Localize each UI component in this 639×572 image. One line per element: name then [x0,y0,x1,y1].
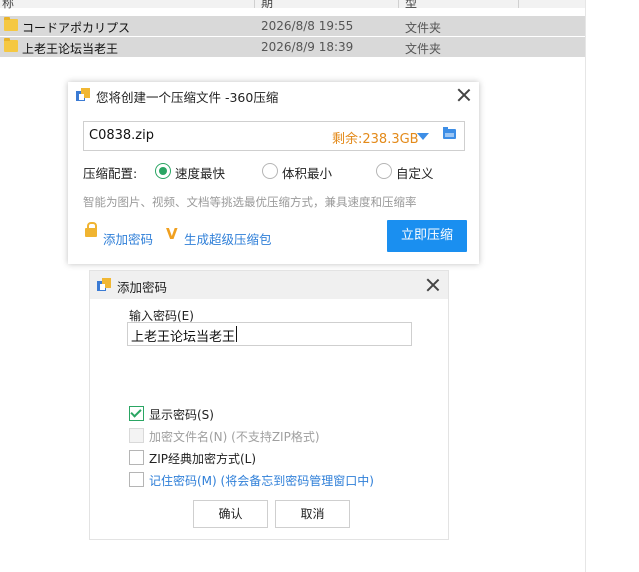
360-zip-app-icon [97,278,112,292]
password-input[interactable]: 上老王论坛当老王 [127,322,412,346]
column-divider[interactable] [398,0,399,8]
text-caret [236,326,237,342]
password-value[interactable]: 上老王论坛当老王 [131,326,235,345]
compress-now-button[interactable]: 立即压缩 [387,220,467,252]
column-header: 称 期 型 [0,0,585,11]
column-divider[interactable] [254,0,255,8]
compress-dialog: 您将创建一个压缩文件 -360压缩 C0838.zip 剩余:238.3GB 压… [68,82,479,264]
folder-icon [4,38,18,52]
show-password-checkbox[interactable] [129,406,144,421]
column-header-type[interactable]: 型 [405,0,417,11]
add-password-dialog: 添加密码 输入密码(E) 上老王论坛当老王 显示密码(S) 加密文件名(N) (… [89,270,449,540]
remember-password-checkbox[interactable] [129,472,144,487]
password-dialog-title: 添加密码 [117,280,168,295]
file-name: コードアポカリプス [22,21,131,35]
radio-custom-label[interactable]: 自定义 [396,163,434,182]
show-password-label[interactable]: 显示密码(S) [149,406,214,423]
chevron-down-icon[interactable] [417,133,429,140]
compression-config-label: 压缩配置: [83,166,138,181]
radio-smallest-label[interactable]: 体积最小 [282,163,332,182]
close-icon[interactable] [457,88,471,102]
compress-dialog-title: 您将创建一个压缩文件 -360压缩 [96,90,279,105]
file-date: 2026/8/9 18:39 [261,40,354,54]
compression-hint: 智能为图片、视频、文档等挑选最优压缩方式，兼具速度和压缩率 [83,195,417,209]
radio-smallest[interactable] [262,163,278,179]
file-type: 文件夹 [405,21,442,35]
radio-fastest[interactable] [155,163,171,179]
pane-divider [585,0,586,572]
radio-custom[interactable] [376,163,392,179]
zip-classic-encryption-label[interactable]: ZIP经典加密方式(L) [149,450,256,467]
browse-folder-icon[interactable] [443,127,456,139]
lock-icon[interactable] [85,222,97,237]
column-header-name[interactable]: 称 [2,0,14,11]
encrypt-filenames-checkbox [129,428,144,443]
free-space-label: 剩余:238.3GB [332,132,419,147]
folder-icon [4,17,18,31]
cancel-button[interactable]: 取消 [275,500,350,528]
file-date: 2026/8/8 19:55 [261,19,354,33]
file-name: 上老王论坛当老王 [22,42,119,56]
add-password-link[interactable]: 添加密码 [103,229,153,248]
output-path-field[interactable]: C0838.zip 剩余:238.3GB [83,121,465,151]
encrypt-filenames-label: 加密文件名(N) (不支持ZIP格式) [149,430,320,444]
file-type: 文件夹 [405,42,442,56]
remember-password-label[interactable]: 记住密码(M) (将会备忘到密码管理窗口中) [149,472,374,489]
file-row[interactable]: コードアポカリプス 2026/8/8 19:55 文件夹 [0,16,585,36]
close-icon[interactable] [426,278,440,292]
compress-dialog-titlebar[interactable]: 您将创建一个压缩文件 -360压缩 [68,82,479,108]
password-dialog-titlebar[interactable]: 添加密码 [90,271,448,299]
radio-fastest-label[interactable]: 速度最快 [175,163,225,182]
zip-classic-encryption-checkbox[interactable] [129,450,144,465]
column-header-date[interactable]: 期 [261,0,273,11]
output-file-name[interactable]: C0838.zip [89,128,154,143]
confirm-button[interactable]: 确认 [193,500,268,528]
vip-v-icon[interactable]: V [166,225,178,243]
360-zip-app-icon [76,88,91,102]
column-divider[interactable] [518,0,519,8]
super-pack-link[interactable]: 生成超级压缩包 [184,229,272,248]
file-row[interactable]: 上老王论坛当老王 2026/8/9 18:39 文件夹 [0,37,585,57]
